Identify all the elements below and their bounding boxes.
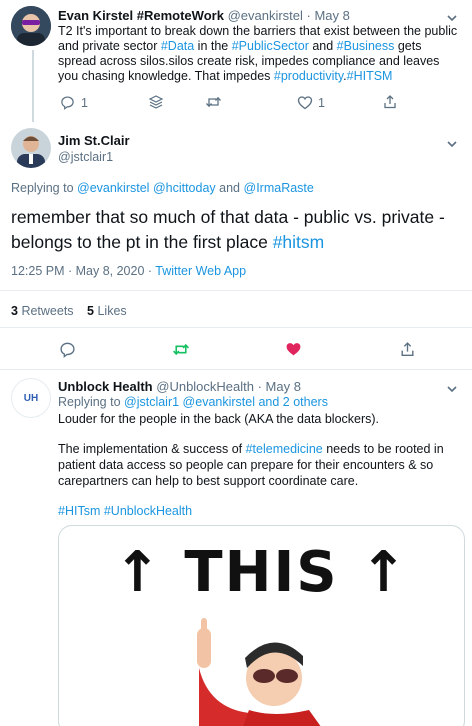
avatar-logo-text: UH	[23, 392, 39, 404]
meme-caption: ↑ THIS ↑	[113, 540, 410, 605]
mention-link[interactable]: @evankirstel	[77, 181, 149, 195]
hashtag-link[interactable]: #Business	[337, 39, 395, 53]
hashtag-link[interactable]: #PublicSector	[232, 39, 309, 53]
chevron-down-icon[interactable]	[446, 381, 458, 399]
share-icon[interactable]	[399, 341, 416, 358]
person-pointing-image	[197, 618, 321, 726]
divider	[0, 369, 472, 370]
avatar[interactable]: UH	[11, 378, 51, 418]
reply-count: 1	[81, 96, 88, 110]
tweet-text-segment: and	[308, 39, 337, 53]
handle-date[interactable]: @evankirstel · May 8	[228, 8, 350, 23]
tweet-text: Louder for the people in the back (AKA t…	[58, 411, 463, 519]
hashtag-link[interactable]: #HITSM	[347, 69, 393, 83]
mention-link[interactable]: @jstclair1 @evankirstel and 2 others	[124, 395, 328, 409]
thread-line	[32, 50, 34, 122]
tweet-text: T2 It's important to break down the barr…	[58, 24, 458, 84]
retweets-stat[interactable]: 3 Retweets	[11, 304, 74, 318]
tweet-text-segment: in the	[194, 39, 232, 53]
mention-link[interactable]: @IrmaRaste	[244, 181, 314, 195]
hashtag-link[interactable]: #productivity	[274, 69, 343, 83]
mention-link[interactable]: @hcittoday	[153, 181, 216, 195]
tweet-paragraph-2: The implementation & success of #telemed…	[58, 442, 444, 488]
author-handle[interactable]: @jstclair1	[58, 150, 113, 164]
author-name[interactable]: Evan Kirstel #RemoteWork	[58, 8, 224, 23]
timestamp: 12:25 PM · May 8, 2020 · Twitter Web App	[11, 264, 247, 278]
tweet-text: remember that so much of that data - pub…	[11, 207, 445, 252]
layers-icon[interactable]	[148, 94, 164, 110]
author-name[interactable]: Jim St.Clair	[58, 133, 130, 148]
hashtag-link[interactable]: #hitsm	[273, 232, 325, 252]
author-name[interactable]: Unblock Health	[58, 379, 153, 394]
tweet-line-1: Louder for the people in the back (AKA t…	[58, 412, 380, 426]
hashtags[interactable]: #HITsm #UnblockHealth	[58, 503, 463, 519]
avatar[interactable]	[11, 128, 51, 168]
handle-date[interactable]: @UnblockHealth · May 8	[156, 379, 301, 394]
like-icon[interactable]	[285, 341, 302, 357]
like-icon[interactable]	[297, 95, 313, 110]
likes-stat[interactable]: 5 Likes	[87, 304, 127, 318]
reply-icon[interactable]	[59, 341, 76, 358]
engagement-stats: 3 Retweets 5 Likes	[11, 304, 127, 318]
reply-icon[interactable]	[60, 95, 75, 110]
replying-to: Replying to @evankirstel @hcittoday and …	[11, 181, 314, 195]
divider	[0, 290, 472, 291]
chevron-down-icon[interactable]	[446, 136, 458, 154]
share-icon[interactable]	[382, 94, 398, 110]
hashtag-link[interactable]: #telemedicine	[246, 442, 323, 456]
avatar[interactable]	[11, 6, 51, 46]
like-count: 1	[318, 96, 325, 110]
divider	[0, 327, 472, 328]
retweet-icon[interactable]	[172, 341, 190, 358]
replying-to: Replying to @jstclair1 @evankirstel and …	[58, 395, 328, 409]
hashtag-link[interactable]: #Data	[161, 39, 194, 53]
retweet-icon[interactable]	[205, 94, 222, 110]
source-link[interactable]: Twitter Web App	[155, 264, 246, 278]
tweet-image[interactable]: ↑ THIS ↑	[58, 525, 465, 726]
